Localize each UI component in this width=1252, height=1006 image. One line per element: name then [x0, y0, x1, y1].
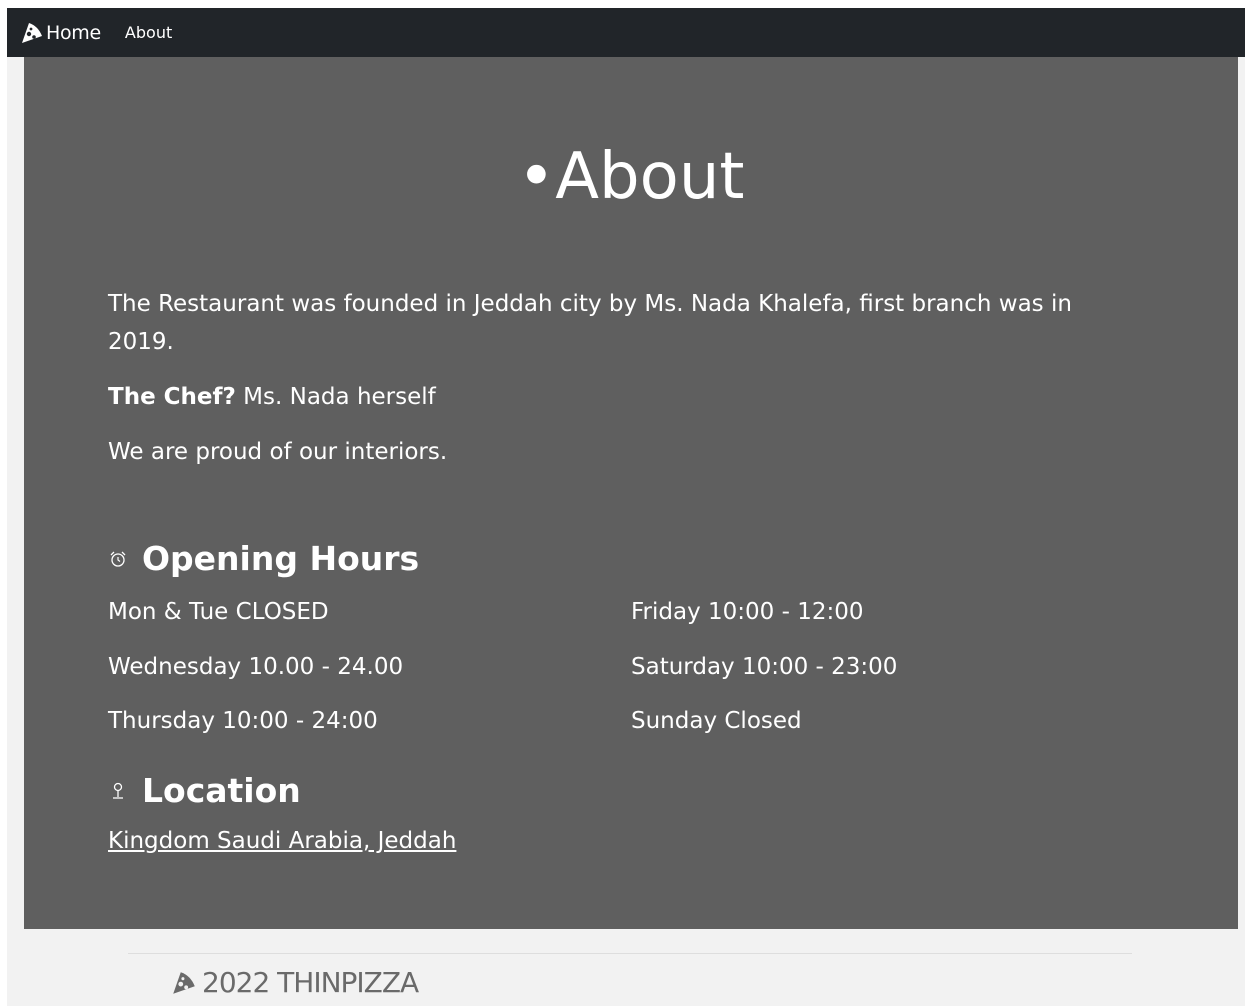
- hours-friday: Friday 10:00 - 12:00: [631, 599, 864, 625]
- hours-wednesday: Wednesday 10.00 - 24.00: [108, 654, 404, 680]
- page-frame: Home About •About The Restaurant was fou…: [7, 8, 1245, 1006]
- opening-hours-title: Opening Hours: [142, 539, 420, 578]
- hours-thursday: Thursday 10:00 - 24:00: [108, 708, 378, 734]
- footer-text: 2022 THINPIZZA: [202, 966, 419, 999]
- hours-saturday: Saturday 10:00 - 23:00: [631, 654, 898, 680]
- about-section: •About The Restaurant was founded in Jed…: [24, 57, 1238, 929]
- location-link[interactable]: Kingdom Saudi Arabia, Jeddah: [108, 828, 456, 854]
- intro-paragraph: The Restaurant was founded in Jeddah cit…: [108, 291, 1072, 355]
- pizza-slice-icon: [173, 971, 195, 994]
- interiors-paragraph: We are proud of our interiors.: [108, 439, 448, 465]
- footer-divider: [128, 953, 1132, 954]
- chef-paragraph: The Chef? Ms. Nada herself: [108, 378, 1138, 416]
- navbar: Home About: [7, 8, 1245, 57]
- hours-mon-tue: Mon & Tue CLOSED: [108, 599, 329, 625]
- footer: 2022 THINPIZZA: [170, 966, 419, 999]
- pizza-slice-icon: [22, 22, 42, 43]
- alarm-clock-icon: [110, 551, 126, 567]
- map-pin-icon: [113, 782, 123, 799]
- about-link[interactable]: About: [125, 23, 172, 42]
- chef-value: Ms. Nada herself: [235, 384, 436, 410]
- location-heading: Location: [108, 771, 301, 810]
- home-link[interactable]: Home: [19, 20, 101, 46]
- opening-hours-heading: Opening Hours: [108, 539, 419, 578]
- chef-label: The Chef?: [108, 384, 236, 410]
- hours-sunday: Sunday Closed: [631, 708, 802, 734]
- location-title: Location: [142, 771, 301, 810]
- home-link-label: Home: [46, 21, 101, 44]
- page-title: •About: [517, 140, 745, 214]
